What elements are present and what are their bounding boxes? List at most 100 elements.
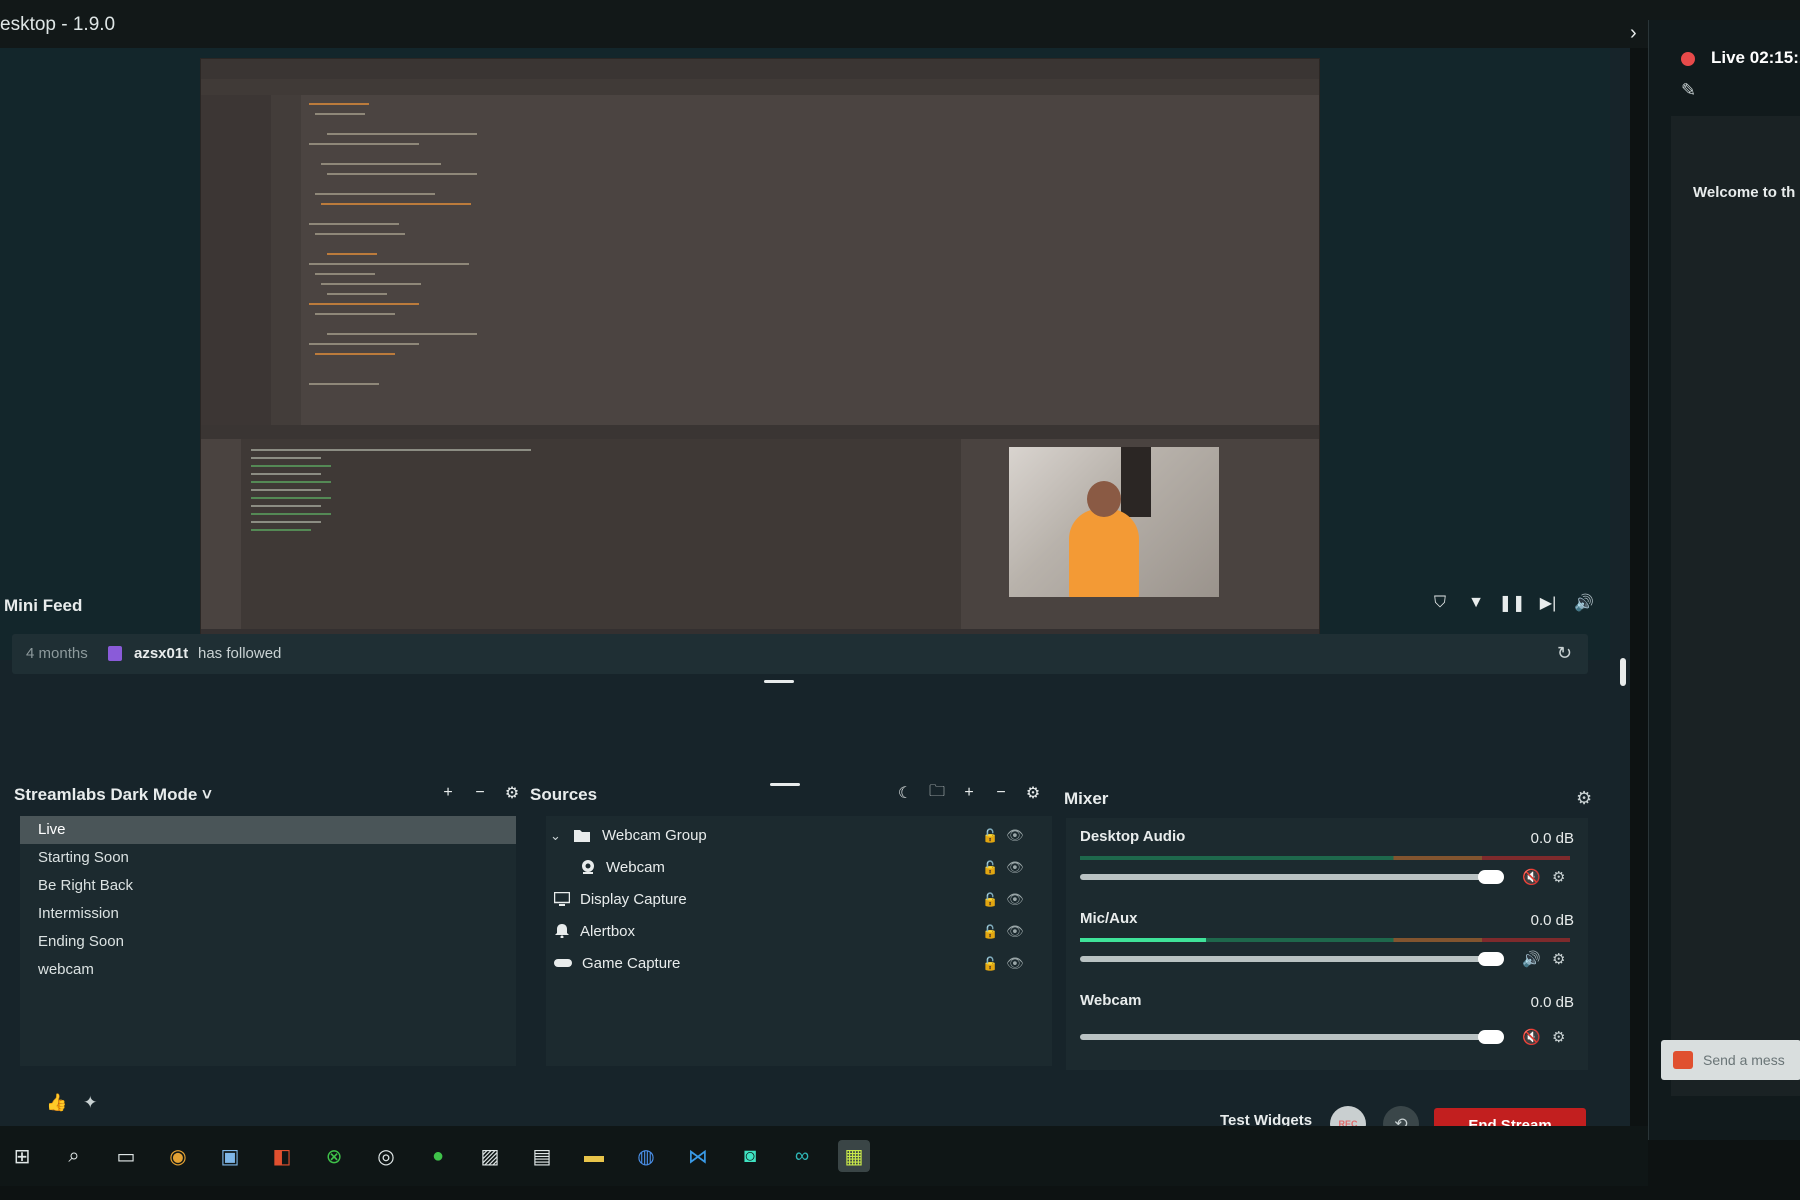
- chat-input[interactable]: Send a mess: [1661, 1040, 1800, 1080]
- feed-item-user[interactable]: azsx01t: [134, 645, 188, 662]
- source-item-webcam[interactable]: Webcam 🔓 👁: [546, 854, 1052, 884]
- mixer-settings-gear-icon[interactable]: ⚙: [1576, 788, 1592, 809]
- muted-speaker-icon[interactable]: 🔇: [1522, 1028, 1541, 1046]
- source-label: Display Capture: [580, 891, 687, 908]
- spotify-icon[interactable]: ●: [422, 1140, 454, 1172]
- eye-icon[interactable]: 👁: [1006, 891, 1024, 908]
- eye-icon[interactable]: 👁: [1006, 859, 1024, 876]
- lock-icon[interactable]: 🔓: [982, 956, 998, 972]
- skip-icon[interactable]: ▶|: [1538, 592, 1558, 614]
- search-icon[interactable]: ⌕: [58, 1140, 90, 1172]
- photos-icon[interactable]: ▨: [474, 1140, 506, 1172]
- lock-icon[interactable]: 🔓: [982, 860, 998, 876]
- code-line: [321, 163, 441, 165]
- source-item-game-capture[interactable]: Game Capture 🔓 👁: [546, 950, 1052, 980]
- moon-icon[interactable]: ☾: [895, 782, 915, 804]
- eye-icon[interactable]: 👁: [1006, 923, 1024, 940]
- code-line: [315, 273, 375, 275]
- resize-handle-feed[interactable]: [770, 783, 800, 786]
- volume-icon[interactable]: 🔊: [1574, 592, 1594, 614]
- muted-speaker-icon[interactable]: 🔇: [1522, 868, 1541, 886]
- chevron-down-icon[interactable]: ⌄: [550, 828, 561, 844]
- scenes-list: Live Starting Soon Be Right Back Intermi…: [20, 816, 516, 1066]
- windows-start-icon[interactable]: ⊞: [6, 1140, 38, 1172]
- sources-list: ⌄ Webcam Group 🔓 👁 Webcam 🔓 👁 Display Ca…: [546, 816, 1052, 1066]
- eye-icon[interactable]: 👁: [1006, 827, 1024, 844]
- thumbs-up-icon[interactable]: 👍: [46, 1093, 67, 1113]
- studio-mode-icon[interactable]: ✦: [83, 1093, 97, 1113]
- code-line: [315, 233, 405, 235]
- source-item-webcam-group[interactable]: ⌄ Webcam Group 🔓 👁: [546, 822, 1052, 852]
- add-source-icon[interactable]: +: [959, 782, 979, 804]
- remove-source-icon[interactable]: −: [991, 782, 1011, 804]
- scene-collection-selector[interactable]: Streamlabs Dark Mode ˅: [14, 785, 212, 805]
- add-folder-icon[interactable]: 🗀: [927, 782, 947, 804]
- scene-item-starting-soon[interactable]: Starting Soon: [20, 844, 516, 872]
- lock-icon[interactable]: 🔓: [982, 892, 998, 908]
- pause-icon[interactable]: ❚❚: [1499, 592, 1526, 614]
- code-line: [321, 203, 471, 205]
- scene-item-intermission[interactable]: Intermission: [20, 900, 516, 928]
- code-line: [327, 253, 377, 255]
- volume-slider[interactable]: [1080, 1030, 1504, 1044]
- slider-knob[interactable]: [1478, 1030, 1504, 1044]
- slider-knob[interactable]: [1478, 952, 1504, 966]
- browser-icon[interactable]: ◍: [630, 1140, 662, 1172]
- vscode-icon[interactable]: ⋈: [682, 1140, 714, 1172]
- add-scene-icon[interactable]: +: [438, 782, 458, 804]
- preview-area: [0, 48, 1610, 660]
- volume-slider[interactable]: [1080, 952, 1504, 966]
- scene-item-webcam[interactable]: webcam: [20, 956, 516, 984]
- chevron-right-icon[interactable]: ›: [1630, 22, 1637, 45]
- arduino-icon[interactable]: ∞: [786, 1140, 818, 1172]
- volume-slider[interactable]: [1080, 870, 1504, 884]
- lock-icon[interactable]: 🔓: [982, 828, 998, 844]
- eye-icon[interactable]: 👁: [1006, 955, 1024, 972]
- xbox-icon[interactable]: ⊗: [318, 1140, 350, 1172]
- lock-icon[interactable]: 🔓: [982, 924, 998, 940]
- console-line: [251, 521, 321, 523]
- ide-gutter: [271, 95, 301, 425]
- scene-item-ending-soon[interactable]: Ending Soon: [20, 928, 516, 956]
- streamlabs-icon[interactable]: ◙: [734, 1140, 766, 1172]
- chat-welcome-message: Welcome to th: [1693, 184, 1796, 201]
- monitor-icon: [553, 891, 571, 906]
- window-title: esktop - 1.9.0: [0, 14, 116, 35]
- scene-tools: + − ⚙: [438, 782, 522, 804]
- resize-handle-preview[interactable]: [764, 680, 794, 683]
- channel-gear-icon[interactable]: ⚙: [1552, 950, 1565, 968]
- file-explorer-icon[interactable]: ▬: [578, 1140, 610, 1172]
- speaker-icon[interactable]: 🔊: [1522, 950, 1541, 968]
- remove-scene-icon[interactable]: −: [470, 782, 490, 804]
- slider-knob[interactable]: [1478, 870, 1504, 884]
- task-view-icon[interactable]: ▭: [110, 1140, 142, 1172]
- scene-settings-gear-icon[interactable]: ⚙: [502, 782, 522, 804]
- pycharm-icon[interactable]: ▦: [838, 1140, 870, 1172]
- channel-gear-icon[interactable]: ⚙: [1552, 868, 1565, 886]
- terminal-icon[interactable]: ▤: [526, 1140, 558, 1172]
- source-settings-gear-icon[interactable]: ⚙: [1023, 782, 1043, 804]
- chrome-icon[interactable]: ◉: [162, 1140, 194, 1172]
- console-line: [251, 481, 331, 483]
- channel-gear-icon[interactable]: ⚙: [1552, 1028, 1565, 1046]
- pencil-icon[interactable]: ✎: [1681, 80, 1696, 101]
- scene-item-live[interactable]: Live: [20, 816, 516, 844]
- office-icon[interactable]: ◧: [266, 1140, 298, 1172]
- finder-icon[interactable]: ▣: [214, 1140, 246, 1172]
- scene-item-be-right-back[interactable]: Be Right Back: [20, 872, 516, 900]
- feed-item[interactable]: 4 months azsx01t has followed ↻: [12, 634, 1588, 674]
- refresh-icon[interactable]: ↻: [1557, 643, 1572, 664]
- console-line: [251, 497, 331, 499]
- preview-scrollbar[interactable]: [1620, 658, 1626, 686]
- bottom-left-tools: 👍 ✦: [46, 1093, 97, 1113]
- code-line: [309, 343, 419, 345]
- shield-icon[interactable]: ⛉: [1430, 592, 1450, 614]
- code-line: [309, 383, 379, 385]
- obs-icon[interactable]: ◎: [370, 1140, 402, 1172]
- source-label: Alertbox: [580, 923, 636, 940]
- filter-icon[interactable]: ▼: [1466, 592, 1486, 614]
- source-item-display-capture[interactable]: Display Capture 🔓 👁: [546, 886, 1052, 916]
- source-item-alertbox[interactable]: Alertbox 🔓 👁: [546, 918, 1052, 948]
- mixer-channel-db: 0.0 dB: [1530, 912, 1574, 929]
- chat-emote-icon[interactable]: [1673, 1051, 1693, 1069]
